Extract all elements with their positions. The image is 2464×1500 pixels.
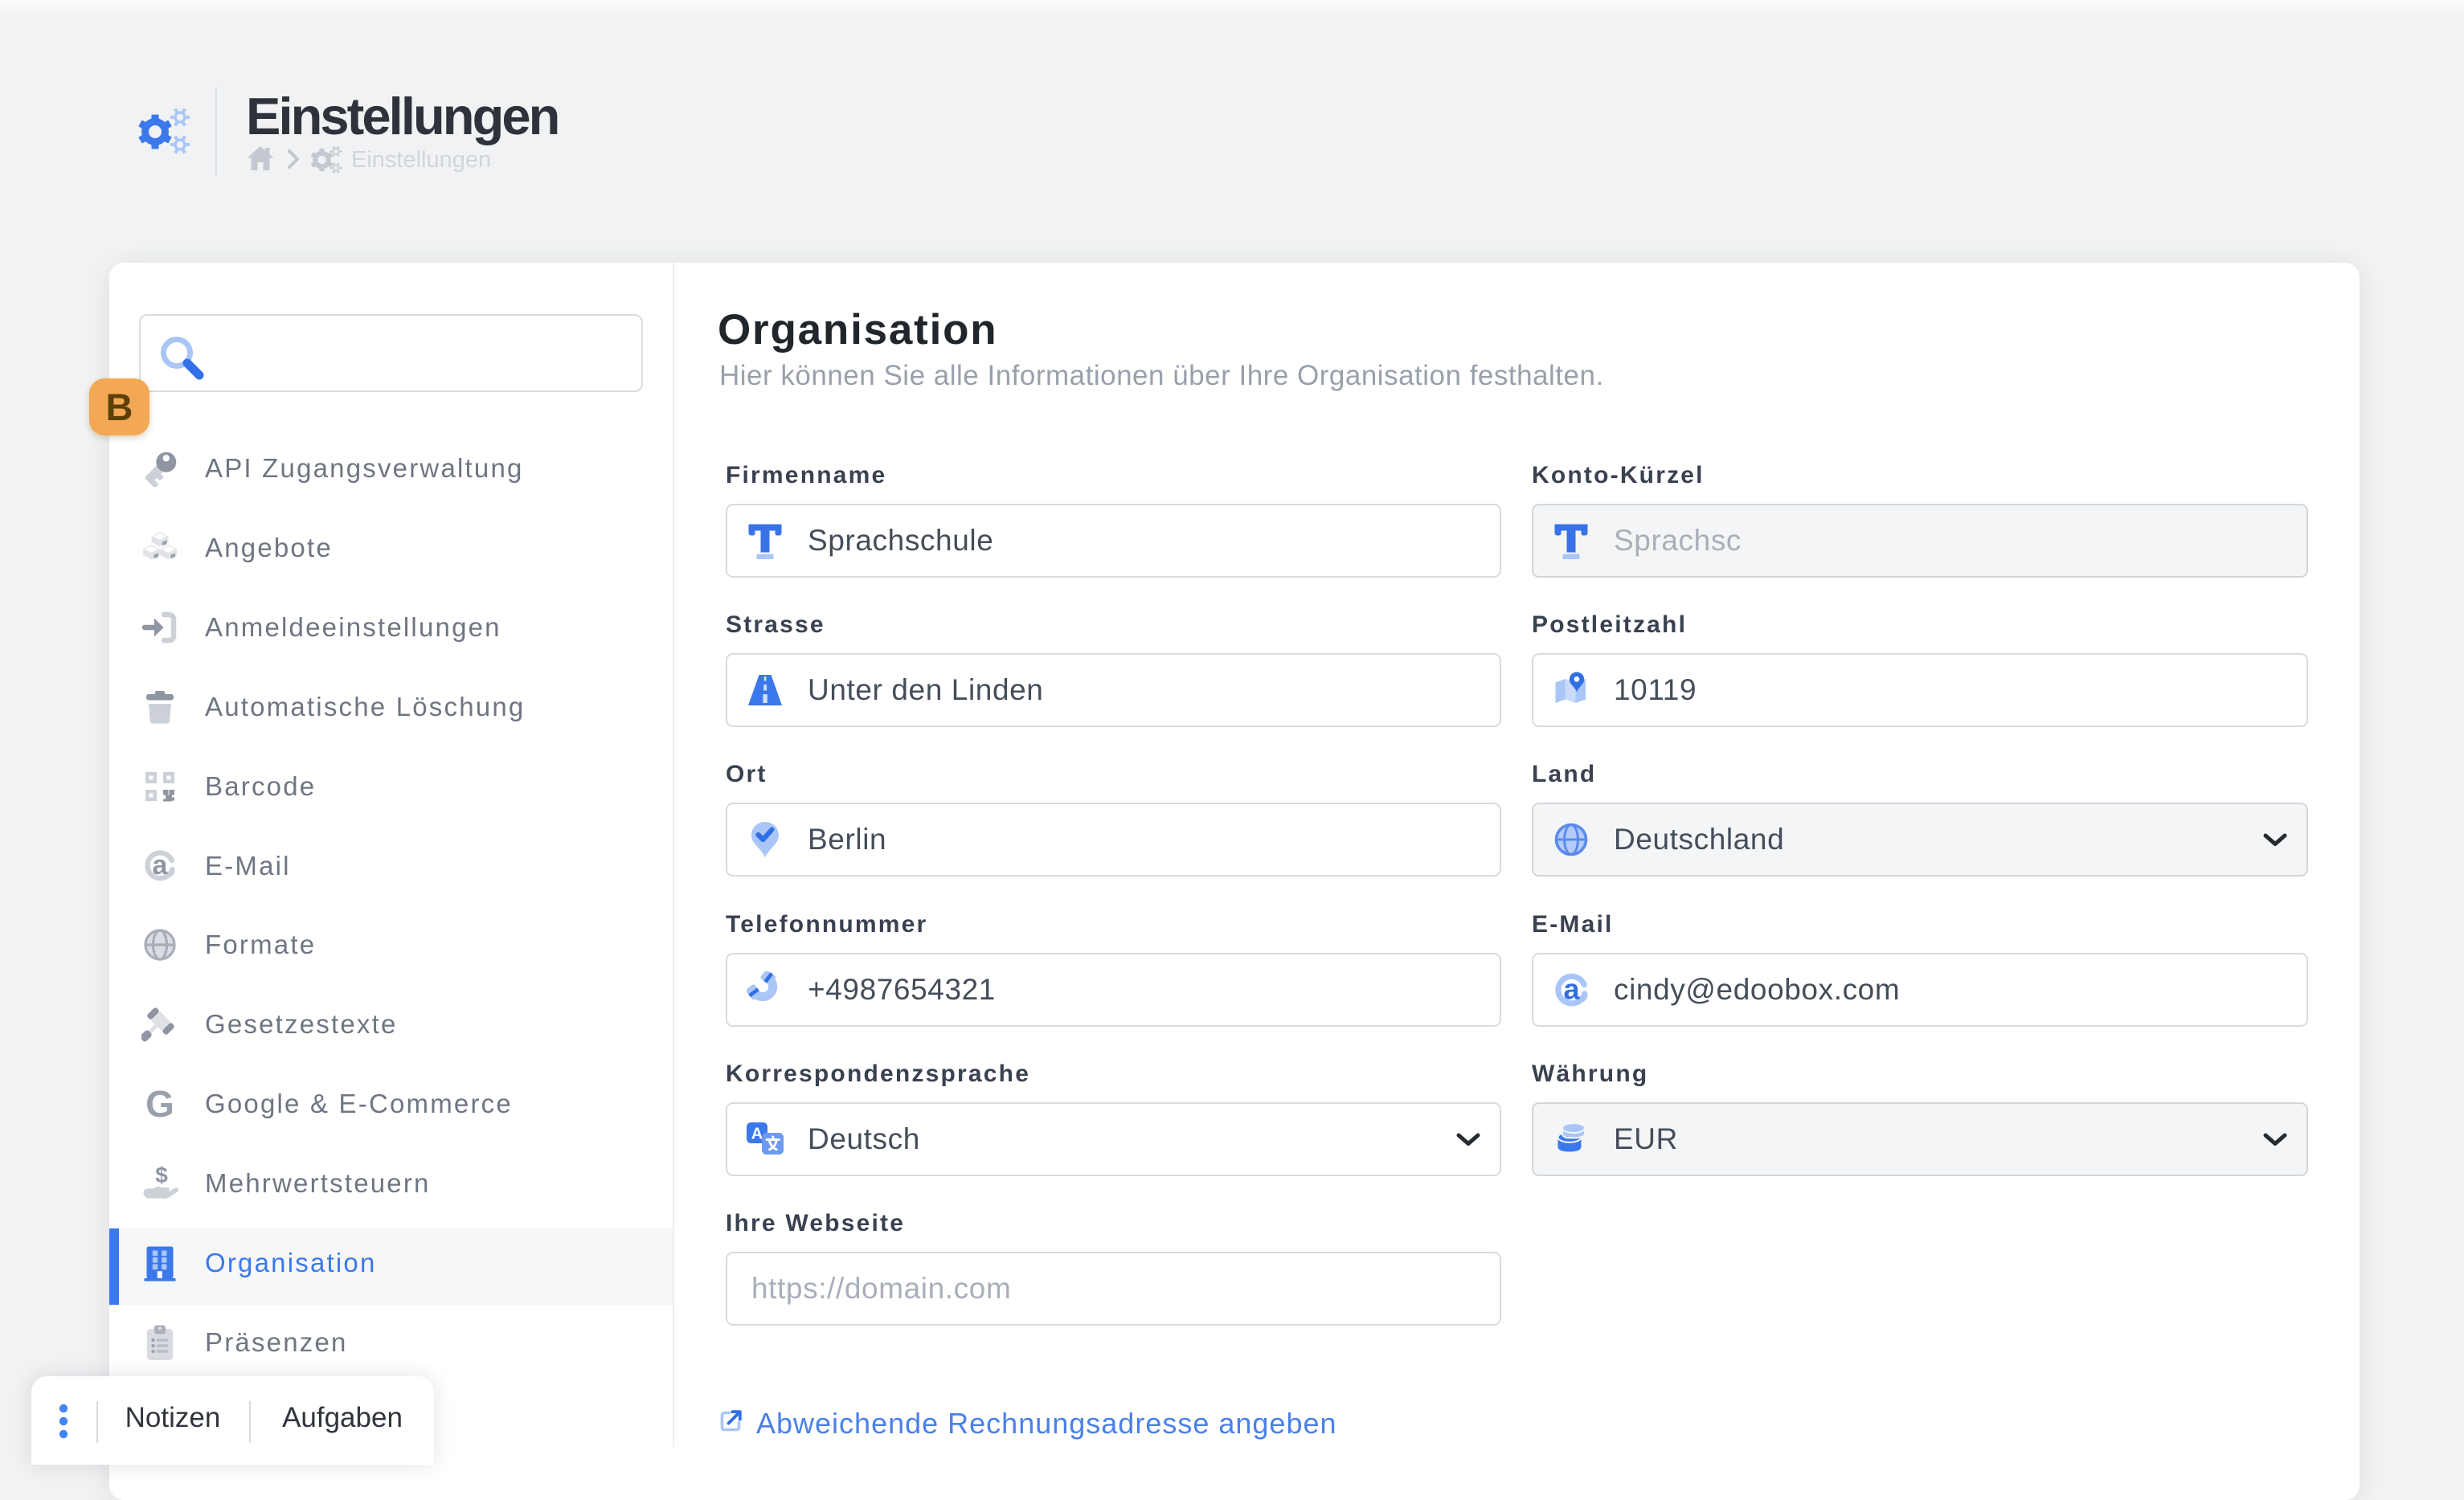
- svg-text:G: G: [145, 1085, 174, 1122]
- svg-text:a: a: [1563, 973, 1580, 1006]
- svg-text:a: a: [153, 850, 169, 881]
- svg-text:A: A: [751, 1126, 763, 1143]
- svg-text:$: $: [155, 1165, 168, 1187]
